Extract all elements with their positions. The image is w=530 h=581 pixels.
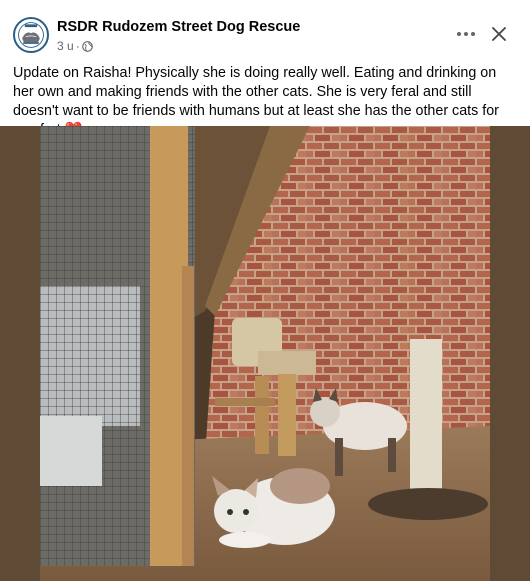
more-dot bbox=[464, 32, 468, 36]
page-name[interactable]: RSDR Rudozem Street Dog Rescue bbox=[57, 19, 300, 35]
more-dot bbox=[471, 32, 475, 36]
more-options-button[interactable] bbox=[452, 22, 480, 46]
meta-separator: · bbox=[75, 39, 80, 53]
photo-cats-in-shelter bbox=[0, 126, 530, 581]
photo-scene bbox=[40, 126, 490, 581]
post-time[interactable]: 3 u bbox=[57, 39, 74, 53]
globe-icon[interactable] bbox=[81, 40, 93, 52]
close-icon bbox=[492, 27, 506, 41]
post-photo[interactable] bbox=[0, 126, 530, 581]
avatar-logo-icon bbox=[15, 19, 47, 51]
close-button[interactable] bbox=[486, 21, 512, 47]
post-header: RSDR Rudozem Street Dog Rescue 3 u · bbox=[0, 0, 530, 60]
page-avatar[interactable] bbox=[13, 17, 49, 53]
facebook-post: RSDR Rudozem Street Dog Rescue 3 u · Upd… bbox=[0, 0, 530, 581]
post-meta: 3 u · bbox=[57, 39, 93, 53]
more-options-icon bbox=[457, 32, 461, 36]
